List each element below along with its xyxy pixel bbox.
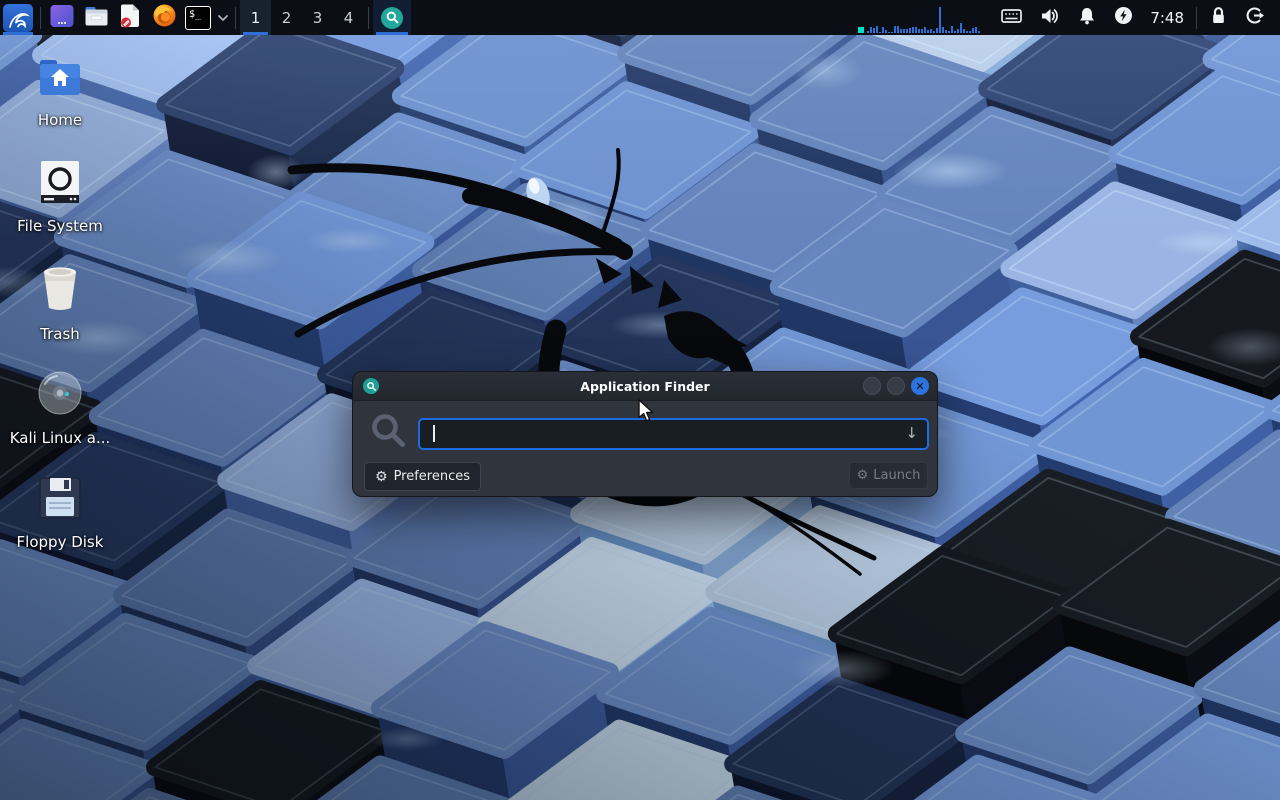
mouse-cursor [637, 399, 659, 427]
close-button[interactable]: ✕ [911, 377, 929, 395]
volume-icon [1040, 7, 1060, 29]
hard-drive-icon [39, 160, 81, 208]
firefox-icon [152, 3, 177, 32]
lock-screen-button[interactable] [1201, 0, 1236, 35]
launcher-window-manager[interactable] [45, 0, 79, 35]
launcher-firefox[interactable] [147, 0, 181, 35]
window-title: Application Finder [353, 379, 937, 394]
applications-menu-button[interactable] [0, 0, 36, 35]
desktop-icon-label: Trash [40, 325, 80, 343]
power-manager[interactable] [1105, 0, 1142, 35]
launcher-file-manager[interactable] [79, 0, 113, 35]
desktop-icon-kali-linux[interactable]: Kali Linux a... [12, 370, 108, 447]
workspace-label: 1 [251, 9, 261, 27]
panel-separator [40, 7, 41, 29]
terminal-icon: $_ [185, 6, 211, 30]
desktop-icon-trash[interactable]: Trash [12, 264, 108, 343]
maximize-button[interactable] [887, 377, 905, 395]
notifications[interactable] [1069, 0, 1105, 35]
launcher-terminal[interactable]: $_ [181, 0, 215, 35]
terminal-dropdown-button[interactable] [215, 0, 231, 35]
text-caret [433, 425, 435, 442]
power-manager-icon [1114, 6, 1133, 29]
keyboard-indicator[interactable] [992, 0, 1031, 35]
trash-icon [38, 264, 82, 316]
desktop-icon-file-system[interactable]: File System [12, 160, 108, 235]
launcher-text-editor[interactable] [113, 0, 147, 35]
appfinder-panel-button[interactable] [373, 0, 411, 35]
lock-icon [1210, 6, 1227, 29]
launch-button[interactable]: ⚙ Launch [849, 462, 928, 489]
search-input[interactable]: ↓ [418, 418, 929, 450]
kali-desktop: $_ 1 2 3 4 [0, 0, 1280, 800]
search-icon [381, 7, 403, 29]
gear-icon: ⚙ [375, 470, 388, 484]
application-finder-dialog: Application Finder ✕ ↓ ⚙ Preferences ⚙ L… [352, 371, 938, 497]
preferences-button-label: Preferences [394, 469, 470, 484]
minimize-button[interactable] [863, 377, 881, 395]
desktop-icon-home[interactable]: Home [12, 58, 108, 129]
appfinder-window-icon [363, 378, 379, 394]
logout-button[interactable] [1236, 0, 1274, 35]
dropdown-arrow-icon[interactable]: ↓ [905, 424, 918, 442]
workspace-button-4[interactable]: 4 [333, 0, 364, 35]
desktop-icon-label: Home [38, 111, 82, 129]
keyboard-indicator-icon [1001, 8, 1022, 28]
floppy-disk-icon [38, 476, 82, 524]
file-manager-icon [84, 4, 109, 32]
desktop-icon-label: Kali Linux a... [10, 429, 111, 447]
launch-gears-icon: ⚙ [857, 469, 869, 482]
workspace-label: 4 [344, 9, 354, 27]
launch-button-label: Launch [873, 468, 920, 483]
volume-control[interactable] [1031, 0, 1069, 35]
panel-separator [1196, 7, 1197, 29]
clock[interactable]: 7:48 [1142, 9, 1192, 27]
workspace-label: 2 [282, 9, 292, 27]
home-folder-icon [37, 58, 83, 102]
titlebar[interactable]: Application Finder ✕ [353, 372, 937, 401]
cd-disc-icon [37, 370, 83, 420]
text-editor-icon [118, 3, 142, 33]
panel-separator [368, 7, 369, 29]
top-panel: $_ 1 2 3 4 [0, 0, 1280, 35]
chevron-down-icon [217, 8, 229, 27]
bell-icon [1078, 6, 1096, 29]
terminal-prompt: $_ [186, 7, 201, 20]
desktop-icon-label: Floppy Disk [17, 533, 104, 551]
workspace-button-3[interactable]: 3 [302, 0, 333, 35]
workspace-label: 3 [313, 9, 323, 27]
window-manager-icon [49, 4, 75, 32]
logout-icon [1245, 6, 1265, 29]
cpu-graph[interactable] [858, 0, 982, 35]
preferences-button[interactable]: ⚙ Preferences [364, 462, 481, 491]
desktop-icon-label: File System [17, 217, 103, 235]
panel-separator [235, 7, 236, 29]
kali-dragon-icon [3, 4, 33, 32]
search-icon [369, 412, 409, 456]
workspace-button-2[interactable]: 2 [271, 0, 302, 35]
desktop-icon-floppy-disk[interactable]: Floppy Disk [12, 476, 108, 551]
workspace-button-1[interactable]: 1 [240, 0, 271, 35]
